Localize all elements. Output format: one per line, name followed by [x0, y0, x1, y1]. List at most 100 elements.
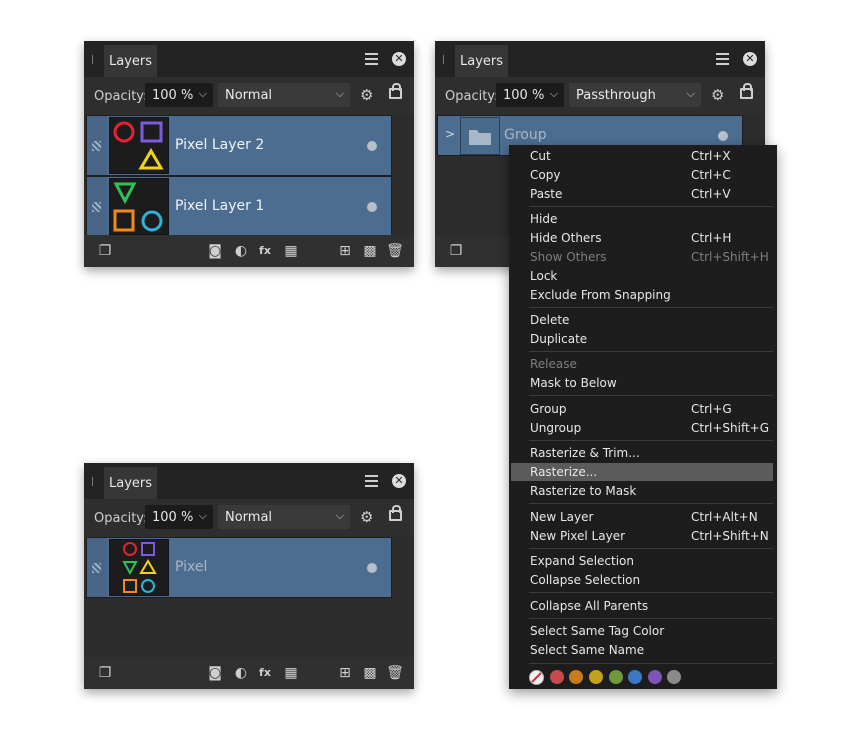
menu-item-select-same-name[interactable]: Select Same Name: [511, 641, 773, 659]
menu-item-show-others: Show Others Ctrl+Shift+H: [530, 250, 769, 264]
menu-icon[interactable]: [365, 53, 378, 65]
trash-icon[interactable]: 🗑: [386, 664, 404, 682]
fx-icon[interactable]: fx: [256, 664, 274, 682]
expand-chevron-icon[interactable]: >: [445, 127, 455, 141]
lock-icon[interactable]: [740, 83, 753, 99]
layer-name[interactable]: Pixel Layer 2: [175, 137, 264, 153]
close-icon[interactable]: ✕: [743, 52, 757, 66]
menu-item-select-same-tag-color[interactable]: Select Same Tag Color: [511, 622, 773, 640]
layer-row[interactable]: Pixel Layer 2: [86, 115, 392, 176]
mask-icon[interactable]: ◙: [206, 242, 224, 260]
tag-color-swatch[interactable]: [550, 670, 564, 684]
tag-color-none-swatch[interactable]: [529, 670, 544, 685]
menu-separator: [529, 440, 773, 441]
layer-stack-icon[interactable]: ❐: [447, 242, 465, 260]
opacity-field[interactable]: 100 % ⌵: [496, 83, 564, 107]
menu-item-paste[interactable]: Paste Ctrl+V: [511, 185, 773, 203]
close-icon[interactable]: ✕: [392, 52, 406, 66]
blend-mode-select[interactable]: Normal ⌵: [218, 83, 350, 107]
gear-icon[interactable]: ⚙: [360, 508, 373, 526]
tag-color-swatch[interactable]: [589, 670, 603, 684]
mask-icon[interactable]: ◙: [206, 664, 224, 682]
opacity-field[interactable]: 100 % ⌵: [145, 505, 213, 529]
menu-item-collapse-selection[interactable]: Collapse Selection: [511, 571, 773, 589]
add-layer-icon[interactable]: ⊞: [336, 242, 354, 260]
tab-layers[interactable]: Layers: [104, 45, 157, 77]
menu-item-hide-others[interactable]: Hide Others Ctrl+H: [511, 229, 773, 247]
gear-icon[interactable]: ⚙: [360, 86, 373, 104]
add-layer-icon[interactable]: ⊞: [336, 664, 354, 682]
menu-item-rasterize-to-mask[interactable]: Rasterize to Mask: [511, 482, 773, 500]
menu-item-delete[interactable]: Delete: [511, 311, 773, 329]
menu-icon[interactable]: [716, 53, 729, 65]
menu-item-hide[interactable]: Hide: [511, 210, 773, 228]
layer-drag-handle[interactable]: [87, 177, 107, 236]
tag-color-swatch[interactable]: [628, 670, 642, 684]
tag-color-swatch[interactable]: [609, 670, 623, 684]
layer-name[interactable]: Pixel Layer 1: [175, 198, 264, 214]
live-filter-icon[interactable]: ▦: [282, 242, 300, 260]
blend-mode-select[interactable]: Normal ⌵: [218, 505, 350, 529]
menu-item-new-layer[interactable]: New Layer Ctrl+Alt+N: [511, 508, 773, 526]
menu-item-ungroup[interactable]: Ungroup Ctrl+Shift+G: [511, 419, 773, 437]
layer-drag-handle[interactable]: [87, 116, 107, 175]
tag-color-swatch[interactable]: [667, 670, 681, 684]
layer-row[interactable]: Pixel: [86, 537, 392, 598]
trash-icon[interactable]: 🗑: [386, 242, 404, 260]
group-name[interactable]: Group: [504, 127, 547, 143]
menu-item-cut[interactable]: Cut Ctrl+X: [511, 147, 773, 165]
pixel-layer-icon[interactable]: ▩: [361, 664, 379, 682]
chevron-down-icon[interactable]: ⌵: [199, 509, 207, 523]
menu-item-group[interactable]: Group Ctrl+G: [511, 400, 773, 418]
lock-icon[interactable]: [389, 83, 402, 99]
close-icon[interactable]: ✕: [392, 474, 406, 488]
panel-grip[interactable]: [92, 477, 93, 486]
tab-layers[interactable]: Layers: [455, 45, 508, 77]
tag-color-swatch[interactable]: [569, 670, 583, 684]
visibility-toggle[interactable]: [367, 562, 377, 573]
layer-stack-icon[interactable]: ❐: [96, 242, 114, 260]
panel-grip[interactable]: [92, 55, 93, 64]
pixel-layer-icon[interactable]: ▩: [361, 242, 379, 260]
tab-layers[interactable]: Layers: [104, 467, 157, 499]
opacity-label: Opacity:: [445, 89, 499, 104]
gear-icon[interactable]: ⚙: [711, 86, 724, 104]
blend-mode-select[interactable]: Passthrough ⌵: [569, 83, 701, 107]
live-filter-icon[interactable]: ▦: [282, 664, 300, 682]
layer-thumbnail: [109, 117, 169, 174]
menu-item-copy[interactable]: Copy Ctrl+C: [511, 166, 773, 184]
menu-item-expand-selection[interactable]: Expand Selection: [511, 552, 773, 570]
lock-icon[interactable]: [389, 505, 402, 521]
menu-separator: [529, 503, 773, 504]
fx-icon[interactable]: fx: [256, 242, 274, 260]
layer-name[interactable]: Pixel: [175, 559, 207, 575]
adjustment-icon[interactable]: ◐: [232, 242, 250, 260]
adjustment-icon[interactable]: ◐: [232, 664, 250, 682]
menu-item-rasterize-and-trim[interactable]: Rasterize & Trim...: [511, 444, 773, 462]
menu-item-release: Release: [530, 357, 577, 371]
menu-item-lock[interactable]: Lock: [511, 267, 773, 285]
layer-row[interactable]: Pixel Layer 1: [86, 176, 392, 237]
visibility-toggle[interactable]: [367, 140, 377, 151]
visibility-toggle[interactable]: [718, 130, 728, 141]
menu-item-mask-to-below[interactable]: Mask to Below: [511, 374, 773, 392]
panel-tab-bar: Layers ✕: [84, 463, 414, 499]
options-bar: Opacity: 100 % ⌵ Passthrough ⌵ ⚙: [435, 77, 765, 115]
visibility-toggle[interactable]: [367, 201, 377, 212]
chevron-down-icon[interactable]: ⌵: [336, 509, 344, 523]
menu-item-rasterize[interactable]: Rasterize...: [511, 463, 773, 481]
menu-item-new-pixel-layer[interactable]: New Pixel Layer Ctrl+Shift+N: [511, 527, 773, 545]
menu-icon[interactable]: [365, 475, 378, 487]
chevron-down-icon[interactable]: ⌵: [199, 87, 207, 101]
layer-drag-handle[interactable]: [87, 538, 107, 597]
layer-stack-icon[interactable]: ❐: [96, 664, 114, 682]
chevron-down-icon[interactable]: ⌵: [550, 87, 558, 101]
menu-item-exclude-from-snapping[interactable]: Exclude From Snapping: [511, 286, 773, 304]
chevron-down-icon[interactable]: ⌵: [687, 87, 695, 101]
menu-item-duplicate[interactable]: Duplicate: [511, 330, 773, 348]
tag-color-swatch[interactable]: [648, 670, 662, 684]
menu-item-collapse-all-parents[interactable]: Collapse All Parents: [511, 597, 773, 615]
opacity-field[interactable]: 100 % ⌵: [145, 83, 213, 107]
chevron-down-icon[interactable]: ⌵: [336, 87, 344, 101]
panel-grip[interactable]: [443, 55, 444, 64]
